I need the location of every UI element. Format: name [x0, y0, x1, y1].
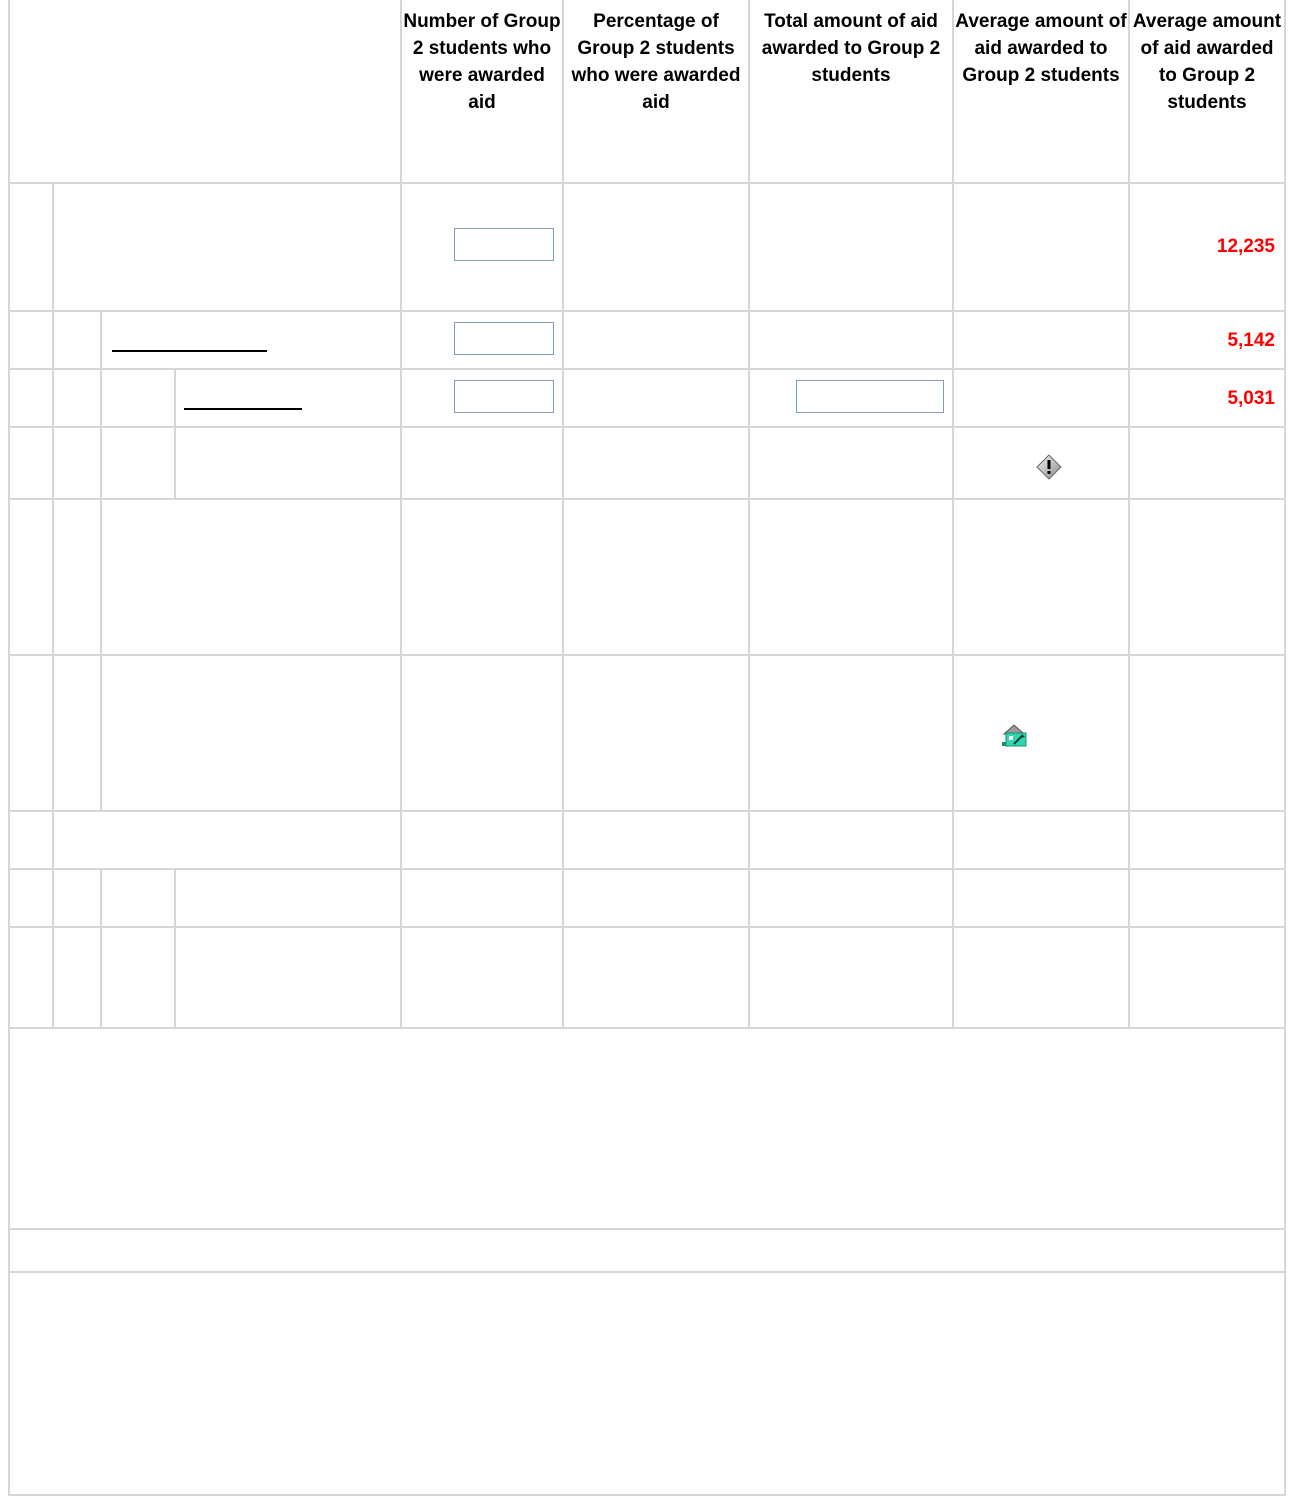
- grid-line: [8, 0, 10, 1496]
- grid-line: [952, 0, 954, 1029]
- grid-line: [174, 868, 176, 1029]
- grid-line: [8, 426, 1286, 428]
- row3-average-value: 5,031: [1227, 388, 1275, 409]
- row2-average-value: 5,142: [1227, 330, 1275, 351]
- calculate-icon[interactable]: [1000, 722, 1032, 748]
- grid-line: [8, 868, 1286, 870]
- grid-line: [1284, 0, 1286, 1496]
- grid-line: [400, 0, 402, 1029]
- header-average-amount-1: Average amount of aid awarded to Group 2…: [955, 11, 1127, 86]
- grid-line: [8, 926, 1286, 928]
- row3-label-underline: [184, 408, 302, 410]
- grid-line: [1128, 0, 1130, 1029]
- grid-line: [8, 810, 1286, 812]
- row1-average-value: 12,235: [1216, 236, 1275, 257]
- grid-line: [8, 498, 1286, 500]
- grid-line: [8, 654, 1286, 656]
- grid-line: [8, 182, 1286, 184]
- warning-diamond-icon[interactable]: [1036, 454, 1062, 480]
- grid-line: [8, 368, 1286, 370]
- header-percentage-awarded: Percentage of Group 2 students who were …: [571, 11, 741, 113]
- grid-line: [100, 310, 102, 810]
- header-total-amount: Total amount of aid awarded to Group 2 s…: [761, 11, 941, 86]
- row1-number-input[interactable]: [454, 228, 554, 261]
- row2-number-input[interactable]: [454, 322, 554, 355]
- aid-table: Number of Group 2 students who were awar…: [0, 0, 1291, 1501]
- grid-line: [8, 1494, 1286, 1496]
- grid-line: [52, 182, 54, 1029]
- grid-line: [174, 368, 176, 498]
- row2-label-underline: [112, 350, 267, 352]
- row3-number-input[interactable]: [454, 380, 554, 413]
- grid-line: [8, 1027, 1286, 1029]
- grid-line: [100, 868, 102, 1029]
- grid-line: [8, 310, 1286, 312]
- row3-total-input[interactable]: [796, 380, 944, 413]
- grid-line: [8, 1271, 1286, 1273]
- grid-line: [748, 0, 750, 1029]
- grid-line: [8, 1228, 1286, 1230]
- header-number-awarded: Number of Group 2 students who were awar…: [403, 11, 561, 113]
- grid-line: [562, 0, 564, 1029]
- header-average-amount-2: Average amount of aid awarded to Group 2…: [1132, 11, 1282, 113]
